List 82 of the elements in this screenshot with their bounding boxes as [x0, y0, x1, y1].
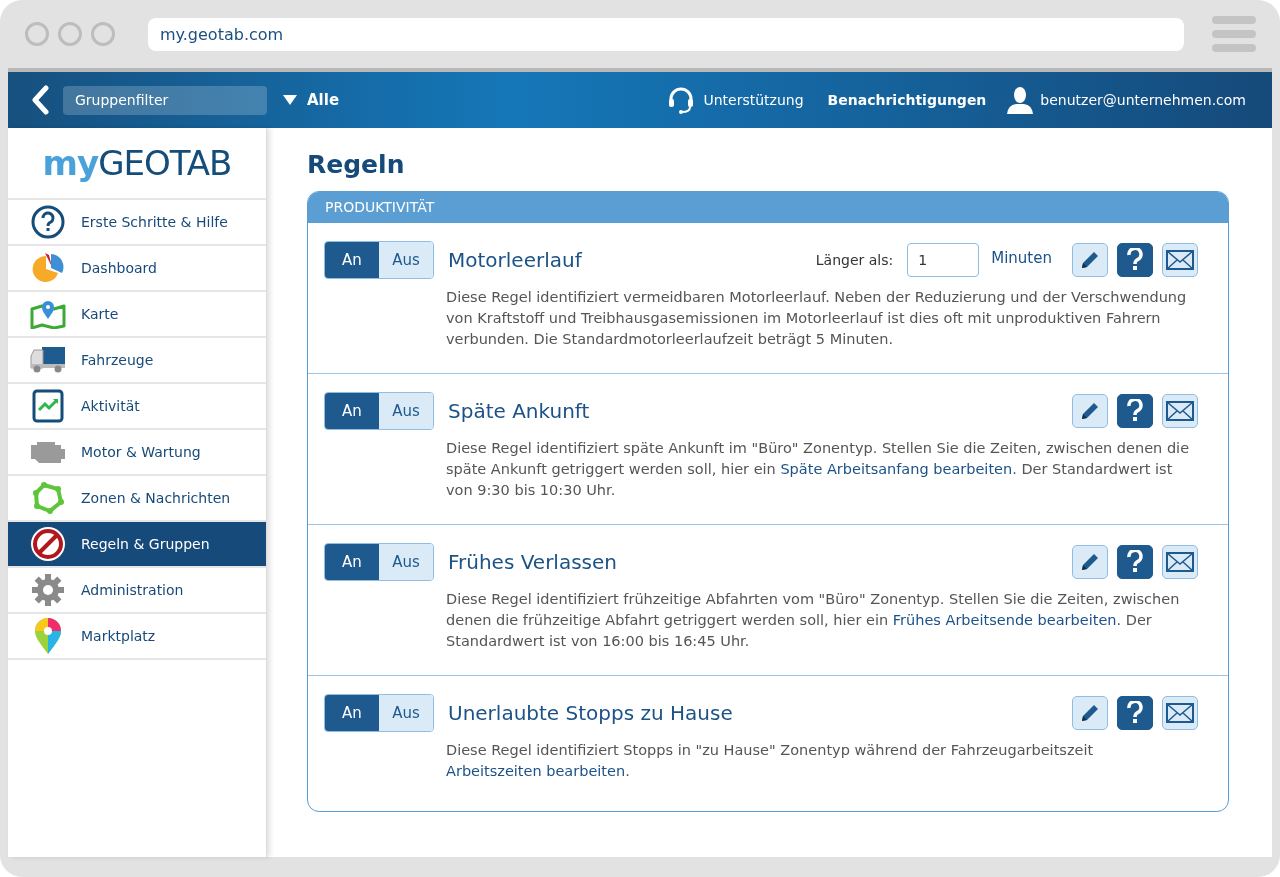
email-button[interactable] [1162, 394, 1198, 428]
toggle-option[interactable]: Aus [379, 544, 433, 580]
edit-link[interactable]: Arbeitszeiten bearbeiten [446, 763, 626, 779]
question-mark-icon [1127, 248, 1143, 272]
sidebar-item-label[interactable]: Motor & Wartung [81, 444, 201, 460]
pencil-icon [1079, 551, 1101, 573]
envelope-icon [1166, 250, 1194, 270]
truck-icon [29, 346, 67, 374]
headset-icon [667, 86, 696, 114]
sidebar-item-label[interactable]: Fahrzeuge [81, 352, 154, 368]
edit-link[interactable]: Späte Arbeitsanfang bearbeiten [780, 461, 1013, 477]
toggle-option[interactable]: An [325, 242, 379, 278]
edit-link[interactable]: Frühes Arbeitsende bearbeiten [892, 612, 1117, 628]
sidebar-item-label[interactable]: Erste Schritte & Hilfe [81, 214, 228, 230]
help-button[interactable] [1117, 545, 1153, 579]
sidebar-item-label[interactable]: Aktivität [81, 398, 140, 414]
sidebar-item[interactable]: Marktplatz [8, 614, 266, 660]
email-button[interactable] [1162, 696, 1198, 730]
pencil-icon [1079, 702, 1101, 724]
sidebar-item-label[interactable]: Karte [81, 306, 119, 322]
help-button[interactable] [1117, 243, 1153, 277]
rule-description: Diese Regel identifiziert frühzeitige Abfahrten vom "Büro" Zonentyp. Stellen Sie die Zeiten, zwischen denen die frühzeitige Abfahrt getriggert werden soll, hier ein Frühes Arbeitsende bearbeiten. Der Standardwert ist von 16:00 bis 16:45 Uhr. [446, 590, 1181, 651]
unit-label: Minuten [991, 249, 1052, 267]
pencil-icon [1079, 400, 1101, 422]
rule-name: Unerlaubte Stopps zu Hause [448, 701, 733, 725]
sidebar-item[interactable]: Motor & Wartung [8, 430, 266, 476]
setting-label: Länger als: [815, 252, 894, 268]
user-account-link[interactable]: benutzer@unternehmen.com [1040, 92, 1246, 108]
sidebar-item-label[interactable]: Regeln & Gruppen [81, 536, 210, 552]
question-mark-icon [1127, 701, 1143, 725]
toggle-option[interactable]: Aus [379, 393, 433, 429]
dropdown-triangle-icon[interactable] [283, 95, 297, 105]
envelope-icon [1166, 552, 1194, 572]
rule-name: Frühes Verlassen [448, 550, 617, 574]
sidebar-item[interactable]: Regeln & Gruppen [8, 522, 266, 568]
toggle-option[interactable]: Aus [379, 695, 433, 731]
section-header: PRODUKTIVITÄT [308, 192, 1228, 223]
duration-field[interactable]: 1 [907, 243, 980, 277]
envelope-icon [1166, 703, 1194, 723]
help-icon [29, 205, 67, 239]
rule-description: Diese Regel identifiziert vermeidbaren Motorleerlauf. Neben der Reduzierung und der Verschwendung von Kraftstoff und Treibhausgasemissionen im Motorleerlauf ist dies oft mit unproduktiven Fahrern verbunden. Die Standardmotorleerlaufzeit beträgt 5 Minuten. [446, 288, 1188, 349]
toggle-option[interactable]: An [325, 393, 379, 429]
sidebar-item[interactable]: Erste Schritte & Hilfe [8, 200, 266, 246]
support-link[interactable]: Unterstützung [703, 92, 804, 108]
toggle-option[interactable]: An [325, 695, 379, 731]
rule-name: Späte Ankunft [448, 399, 590, 423]
edit-button[interactable] [1072, 243, 1108, 277]
sidebar-item-label[interactable]: Administration [81, 582, 184, 598]
toggle-option[interactable]: Aus [379, 242, 433, 278]
toggle-option[interactable]: An [325, 544, 379, 580]
edit-button[interactable] [1072, 394, 1108, 428]
edit-button[interactable] [1072, 545, 1108, 579]
sidebar-item[interactable]: Fahrzeuge [8, 338, 266, 384]
help-button[interactable] [1117, 394, 1153, 428]
sidebar-item-label[interactable]: Dashboard [81, 260, 157, 276]
envelope-icon [1166, 401, 1194, 421]
question-mark-icon [1127, 550, 1143, 574]
engine-icon [29, 439, 67, 465]
rule-description: Diese Regel identifiziert späte Ankunft im "Büro" Zonentyp. Stellen Sie die Zeiten, zwischen denen die späte Ankunft getriggert werden soll, hier ein Späte Arbeitsanfang bearbeiten. Der Standardwert ist von 9:30 bis 10:30 Uhr. [446, 439, 1191, 500]
page-title: Regeln [307, 150, 406, 179]
sidebar-item[interactable]: Administration [8, 568, 266, 614]
email-button[interactable] [1162, 243, 1198, 277]
prohibition-icon [29, 526, 67, 562]
logo: myGEOTAB [8, 128, 266, 200]
notifications-link[interactable]: Benachrichtigungen [827, 92, 987, 108]
question-mark-icon [1127, 399, 1143, 423]
email-button[interactable] [1162, 545, 1198, 579]
settings-icon [29, 573, 67, 607]
user-icon [1006, 86, 1035, 114]
filter-value[interactable]: Alle [307, 91, 340, 109]
pencil-icon [1079, 249, 1101, 271]
sidebar-item[interactable]: Aktivität [8, 384, 266, 430]
sidebar-item[interactable]: Dashboard [8, 246, 266, 292]
help-button[interactable] [1117, 696, 1153, 730]
rule-description: Diese Regel identifiziert Stopps in "zu Hause" Zonentyp während der Fahrzeugarbeitszeit Arbeitszeiten bearbeiten. [446, 741, 1095, 781]
sidebar-item-label[interactable]: Zonen & Nachrichten [81, 490, 231, 506]
sidebar-item[interactable]: Karte [8, 292, 266, 338]
edit-button[interactable] [1072, 696, 1108, 730]
map-icon [29, 299, 67, 329]
address-bar[interactable]: my.geotab.com [148, 17, 1184, 51]
rule-name: Motorleerlauf [448, 248, 582, 272]
sidebar-item-label[interactable]: Marktplatz [81, 628, 156, 644]
